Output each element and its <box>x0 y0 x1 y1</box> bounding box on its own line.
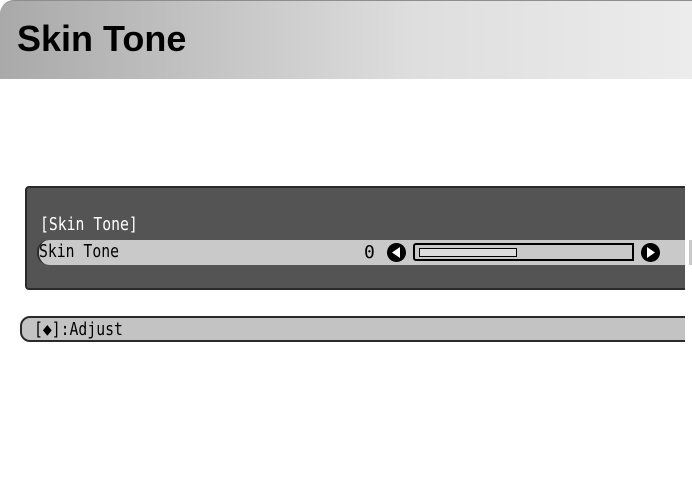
osd-menu-panel: [Skin Tone] Skin Tone 0 <box>25 186 692 290</box>
page-title: Skin Tone <box>17 18 187 59</box>
hint-bar: [◆]:Adjust <box>20 316 689 342</box>
hint-text: [◆]:Adjust <box>34 319 123 340</box>
skin-tone-slider[interactable] <box>413 243 634 261</box>
skin-tone-label: Skin Tone <box>39 241 119 262</box>
skin-tone-value: 0 <box>364 242 375 263</box>
section-label: [Skin Tone] <box>40 214 138 235</box>
left-arrow-icon[interactable] <box>387 243 406 262</box>
title-bar: Skin Tone <box>0 0 692 79</box>
slider-fill <box>419 248 517 257</box>
right-arrow-icon[interactable] <box>641 243 660 262</box>
